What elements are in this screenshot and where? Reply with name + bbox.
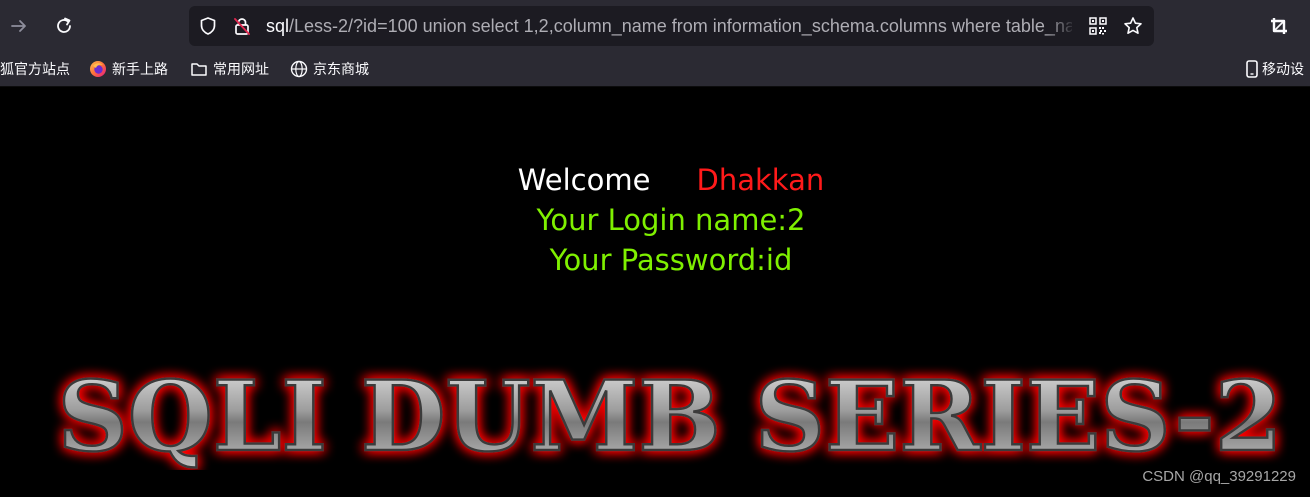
welcome-block: Welcome Dhakkan Your Login name:2 Your P… <box>0 160 1310 280</box>
globe-icon <box>290 60 308 78</box>
tracking-shield-icon[interactable] <box>197 15 219 37</box>
url-bar[interactable]: sql/Less-2/?id=100 union select 1,2,colu… <box>189 6 1154 46</box>
browser-toolbar: sql/Less-2/?id=100 union select 1,2,colu… <box>0 0 1310 52</box>
banner-text: SQLI DUMB SERIES-2 <box>58 360 1283 470</box>
login-name-line: Your Login name:2 <box>536 203 806 237</box>
bookmark-official-site[interactable]: 狐官方站点 <box>0 52 70 86</box>
mobile-phone-icon <box>1245 60 1259 78</box>
url-fade <box>1047 6 1077 46</box>
bookmark-label: 新手上路 <box>112 62 168 78</box>
bookmark-label: 常用网址 <box>213 62 269 78</box>
bookmark-folder-common[interactable]: 常用网址 <box>190 52 269 86</box>
url-text[interactable]: sql/Less-2/?id=100 union select 1,2,colu… <box>266 6 1072 46</box>
qr-code-icon[interactable] <box>1087 15 1109 37</box>
welcome-word: Welcome <box>517 163 651 197</box>
bookmarks-bar: 狐官方站点 新手上路 常用网址 京东商城 移动设 <box>0 52 1310 87</box>
bookmark-jd[interactable]: 京东商城 <box>290 52 369 86</box>
welcome-name: Dhakkan <box>696 163 825 197</box>
star-icon[interactable] <box>1122 15 1144 37</box>
bookmark-label: 移动设 <box>1262 62 1304 78</box>
bookmark-label: 狐官方站点 <box>0 62 70 78</box>
csdn-watermark: CSDN @qq_39291229 <box>1142 468 1296 485</box>
url-host: sql <box>266 16 290 36</box>
bookmark-label: 京东商城 <box>313 62 369 78</box>
insecure-lock-icon[interactable] <box>231 15 253 37</box>
crop-icon[interactable] <box>1264 11 1294 41</box>
reload-icon[interactable] <box>49 11 79 41</box>
firefox-icon <box>89 60 107 78</box>
url-path: /Less-2/?id=100 union select 1,2,column_… <box>289 16 1072 36</box>
bookmark-getting-started[interactable]: 新手上路 <box>89 52 168 86</box>
folder-icon <box>190 60 208 78</box>
bookmark-mobile[interactable]: 移动设 <box>1245 52 1304 86</box>
forward-arrow-icon[interactable] <box>4 11 34 41</box>
sqli-dumb-series-banner: SQLI DUMB SERIES-2 <box>56 359 1284 470</box>
password-line: Your Password:id <box>549 243 793 277</box>
welcome-line: Welcome Dhakkan <box>0 160 1310 200</box>
